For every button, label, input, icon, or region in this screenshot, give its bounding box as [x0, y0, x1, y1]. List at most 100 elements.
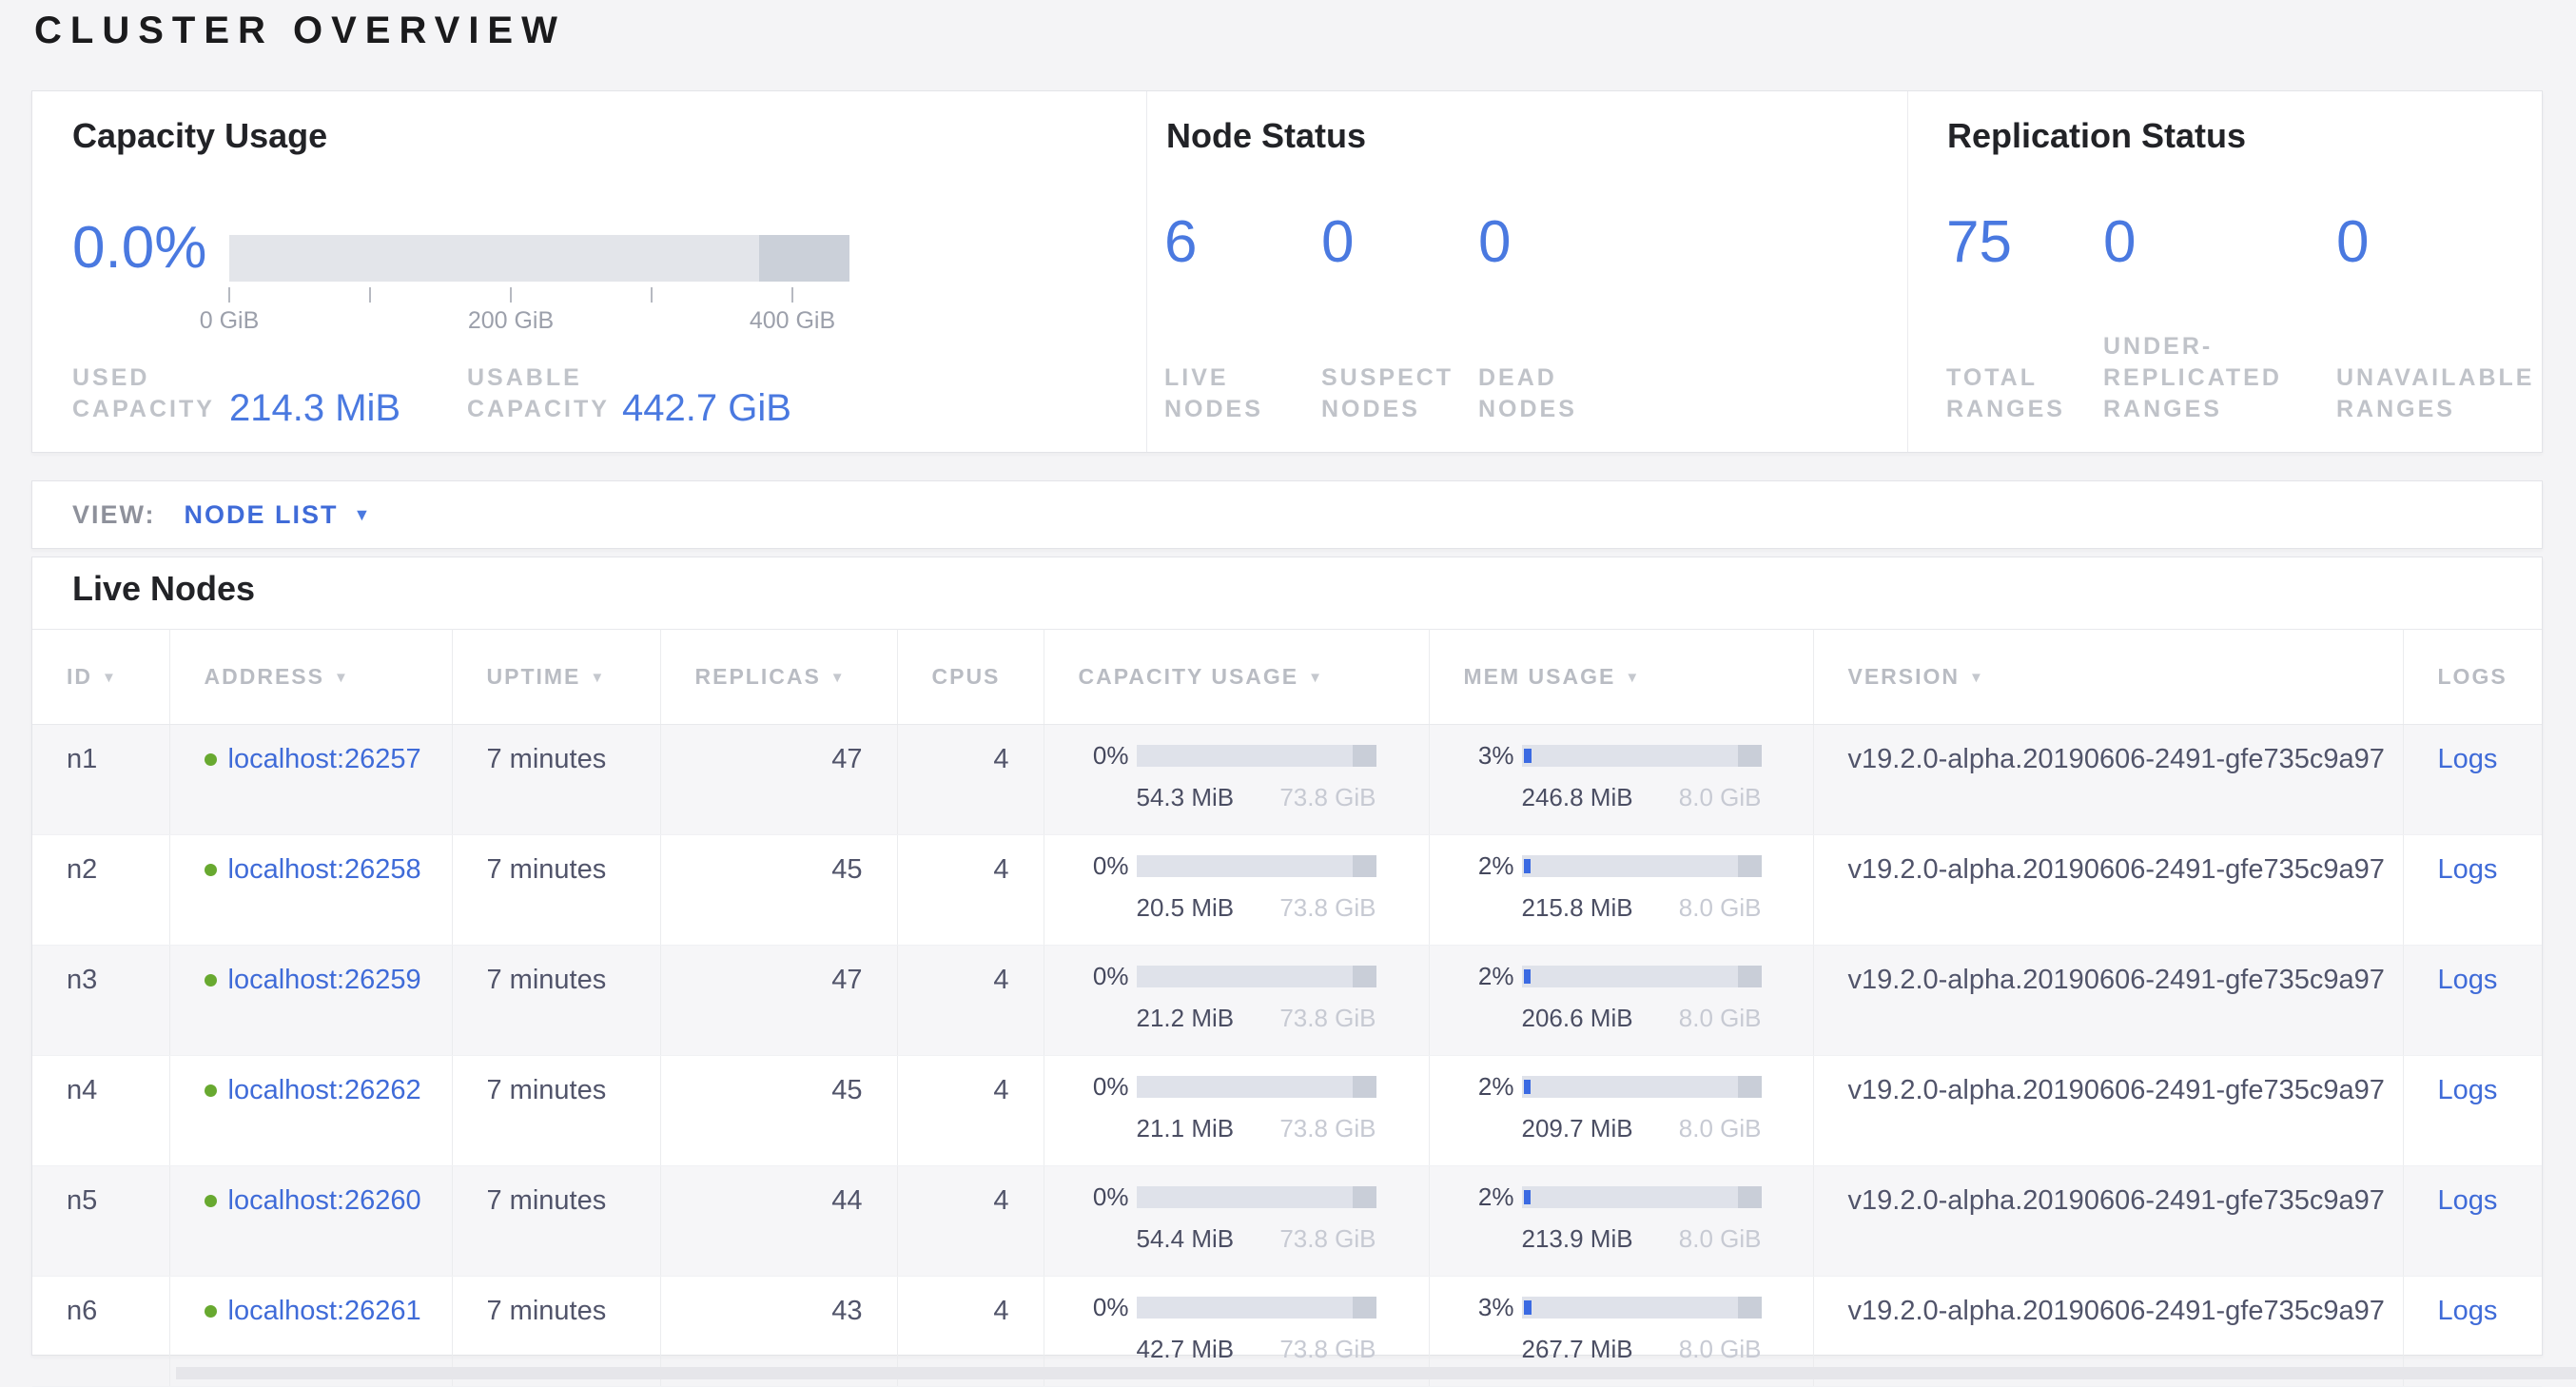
- cell-logs: Logs: [2403, 1056, 2542, 1166]
- memory-total-value: 8.0 GiB: [1679, 1224, 1762, 1254]
- memory-usage-bar: [1522, 855, 1762, 877]
- column-header-address[interactable]: ADDRESS▼: [169, 630, 452, 725]
- cell-id: n4: [32, 1056, 169, 1166]
- memory-used-value: 213.9 MiB: [1522, 1224, 1633, 1254]
- live-nodes-card: Live Nodes ID▼ADDRESS▼UPTIME▼REPLICAS▼CP…: [31, 557, 2543, 1356]
- column-header-label: ADDRESS: [205, 664, 324, 689]
- node-address-link[interactable]: localhost:26257: [228, 744, 421, 774]
- cell-uptime: 7 minutes: [452, 946, 660, 1056]
- logs-link[interactable]: Logs: [2438, 1185, 2498, 1216]
- view-label: VIEW:: [72, 500, 156, 530]
- memory-usage-percent: 3%: [1430, 1293, 1514, 1322]
- capacity-usage-percent: 0%: [1044, 741, 1129, 771]
- cell-memory: 2%213.9 MiB8.0 GiB: [1429, 1166, 1813, 1277]
- capacity-usage: 0%42.7 MiB73.8 GiB: [1044, 1293, 1429, 1364]
- capacity-bar-endcap: [1353, 745, 1376, 767]
- cell-address: localhost:26262: [169, 1056, 452, 1166]
- suspect-nodes-label: SUSPECT NODES: [1321, 362, 1454, 425]
- node-address-link[interactable]: localhost:26262: [228, 1075, 421, 1105]
- table-row: n5localhost:262607 minutes4440%54.4 MiB7…: [32, 1166, 2542, 1277]
- live-status-icon: [205, 1305, 217, 1318]
- cell-capacity: 0%21.2 MiB73.8 GiB: [1044, 946, 1429, 1056]
- column-header-label: CPUS: [932, 664, 1001, 689]
- memory-bar-endcap: [1738, 966, 1762, 987]
- column-header-capacity[interactable]: CAPACITY USAGE▼: [1044, 630, 1429, 725]
- cell-capacity: 0%20.5 MiB73.8 GiB: [1044, 835, 1429, 946]
- capacity-usage-percent: 0%: [1044, 1182, 1129, 1212]
- unavailable-ranges-label: UNAVAILABLE RANGES: [2336, 362, 2534, 425]
- node-address-link[interactable]: localhost:26259: [228, 965, 421, 995]
- cell-version: v19.2.0-alpha.20190606-2491-gfe735c9a97: [1813, 725, 2403, 835]
- node-address-link[interactable]: localhost:26261: [228, 1296, 421, 1326]
- capacity-usage-title: Capacity Usage: [72, 116, 327, 156]
- memory-usage-fill: [1524, 1300, 1532, 1315]
- memory-bar-endcap: [1738, 745, 1762, 767]
- live-nodes-count: 6: [1164, 213, 1197, 272]
- memory-usage: 2%206.6 MiB8.0 GiB: [1430, 962, 1813, 1033]
- cell-uptime: 7 minutes: [452, 1166, 660, 1277]
- capacity-percent-value: 0.0%: [72, 219, 206, 278]
- cell-version: v19.2.0-alpha.20190606-2491-gfe735c9a97: [1813, 1166, 2403, 1277]
- cell-logs: Logs: [2403, 835, 2542, 946]
- capacity-bar-endcap: [759, 235, 849, 282]
- logs-link[interactable]: Logs: [2438, 744, 2498, 774]
- view-dropdown-value[interactable]: NODE LIST: [185, 500, 339, 530]
- live-status-icon: [205, 1195, 217, 1207]
- logs-link[interactable]: Logs: [2438, 1296, 2498, 1326]
- capacity-used-value: 54.4 MiB: [1137, 1224, 1235, 1254]
- cell-uptime: 7 minutes: [452, 1056, 660, 1166]
- view-selector-bar: VIEW: NODE LIST ▼: [31, 480, 2543, 549]
- memory-total-value: 8.0 GiB: [1679, 1335, 1762, 1364]
- cell-version: v19.2.0-alpha.20190606-2491-gfe735c9a97: [1813, 946, 2403, 1056]
- cell-version: v19.2.0-alpha.20190606-2491-gfe735c9a97: [1813, 1056, 2403, 1166]
- cell-uptime: 7 minutes: [452, 725, 660, 835]
- capacity-total-value: 73.8 GiB: [1279, 783, 1376, 812]
- axis-tick-label: 200 GiB: [468, 307, 554, 335]
- cell-logs: Logs: [2403, 946, 2542, 1056]
- sort-arrow-icon: ▼: [1308, 670, 1324, 686]
- cell-address: localhost:26258: [169, 835, 452, 946]
- live-nodes-table: ID▼ADDRESS▼UPTIME▼REPLICAS▼CPUSCAPACITY …: [32, 629, 2542, 1387]
- cell-memory: 2%215.8 MiB8.0 GiB: [1429, 835, 1813, 946]
- column-header-label: ID: [67, 664, 92, 689]
- cell-replicas: 44: [660, 1166, 897, 1277]
- unavailable-ranges-count: 0: [2336, 213, 2369, 272]
- memory-total-value: 8.0 GiB: [1679, 783, 1762, 812]
- capacity-usage: 0% 54.4 MiB 73.8 GiB: [1044, 1182, 1429, 1254]
- column-header-id[interactable]: ID▼: [32, 630, 169, 725]
- column-header-replicas[interactable]: REPLICAS▼: [660, 630, 897, 725]
- logs-link[interactable]: Logs: [2438, 854, 2498, 885]
- column-header-label: UPTIME: [487, 664, 581, 689]
- memory-usage-bar: [1522, 1076, 1762, 1098]
- logs-link[interactable]: Logs: [2438, 1075, 2498, 1105]
- capacity-usage-bar: [229, 235, 849, 282]
- live-nodes-title: Live Nodes: [72, 569, 255, 609]
- live-status-icon: [205, 864, 217, 876]
- node-address-link[interactable]: localhost:26258: [228, 854, 421, 885]
- logs-link[interactable]: Logs: [2438, 965, 2498, 995]
- column-header-uptime[interactable]: UPTIME▼: [452, 630, 660, 725]
- cell-version: v19.2.0-alpha.20190606-2491-gfe735c9a97: [1813, 835, 2403, 946]
- capacity-usage-bar: [1137, 1076, 1376, 1098]
- page-title: CLUSTER OVERVIEW: [34, 10, 566, 52]
- cell-replicas: 47: [660, 946, 897, 1056]
- capacity-usage-bar: [1137, 1297, 1376, 1319]
- column-header-memory[interactable]: MEM USAGE▼: [1429, 630, 1813, 725]
- capacity-total-value: 73.8 GiB: [1279, 1224, 1376, 1254]
- capacity-usage-bar: [1137, 855, 1376, 877]
- cell-id: n2: [32, 835, 169, 946]
- memory-used-value: 215.8 MiB: [1522, 893, 1633, 923]
- node-address-link[interactable]: localhost:26260: [228, 1185, 421, 1216]
- capacity-bar-endcap: [1353, 1297, 1376, 1319]
- cell-uptime: 7 minutes: [452, 835, 660, 946]
- used-capacity-value: 214.3 MiB: [229, 389, 400, 427]
- table-row: n4localhost:262627 minutes4540%21.1 MiB7…: [32, 1056, 2542, 1166]
- column-header-version[interactable]: VERSION▼: [1813, 630, 2403, 725]
- view-dropdown[interactable]: NODE LIST ▼: [185, 500, 371, 530]
- panel-divider: [1907, 91, 1908, 452]
- memory-usage: 2%209.7 MiB8.0 GiB: [1430, 1072, 1813, 1143]
- capacity-used-value: 20.5 MiB: [1137, 893, 1235, 923]
- chevron-down-icon[interactable]: ▼: [354, 505, 371, 525]
- cell-id: n3: [32, 946, 169, 1056]
- capacity-usage: 0%21.1 MiB73.8 GiB: [1044, 1072, 1429, 1143]
